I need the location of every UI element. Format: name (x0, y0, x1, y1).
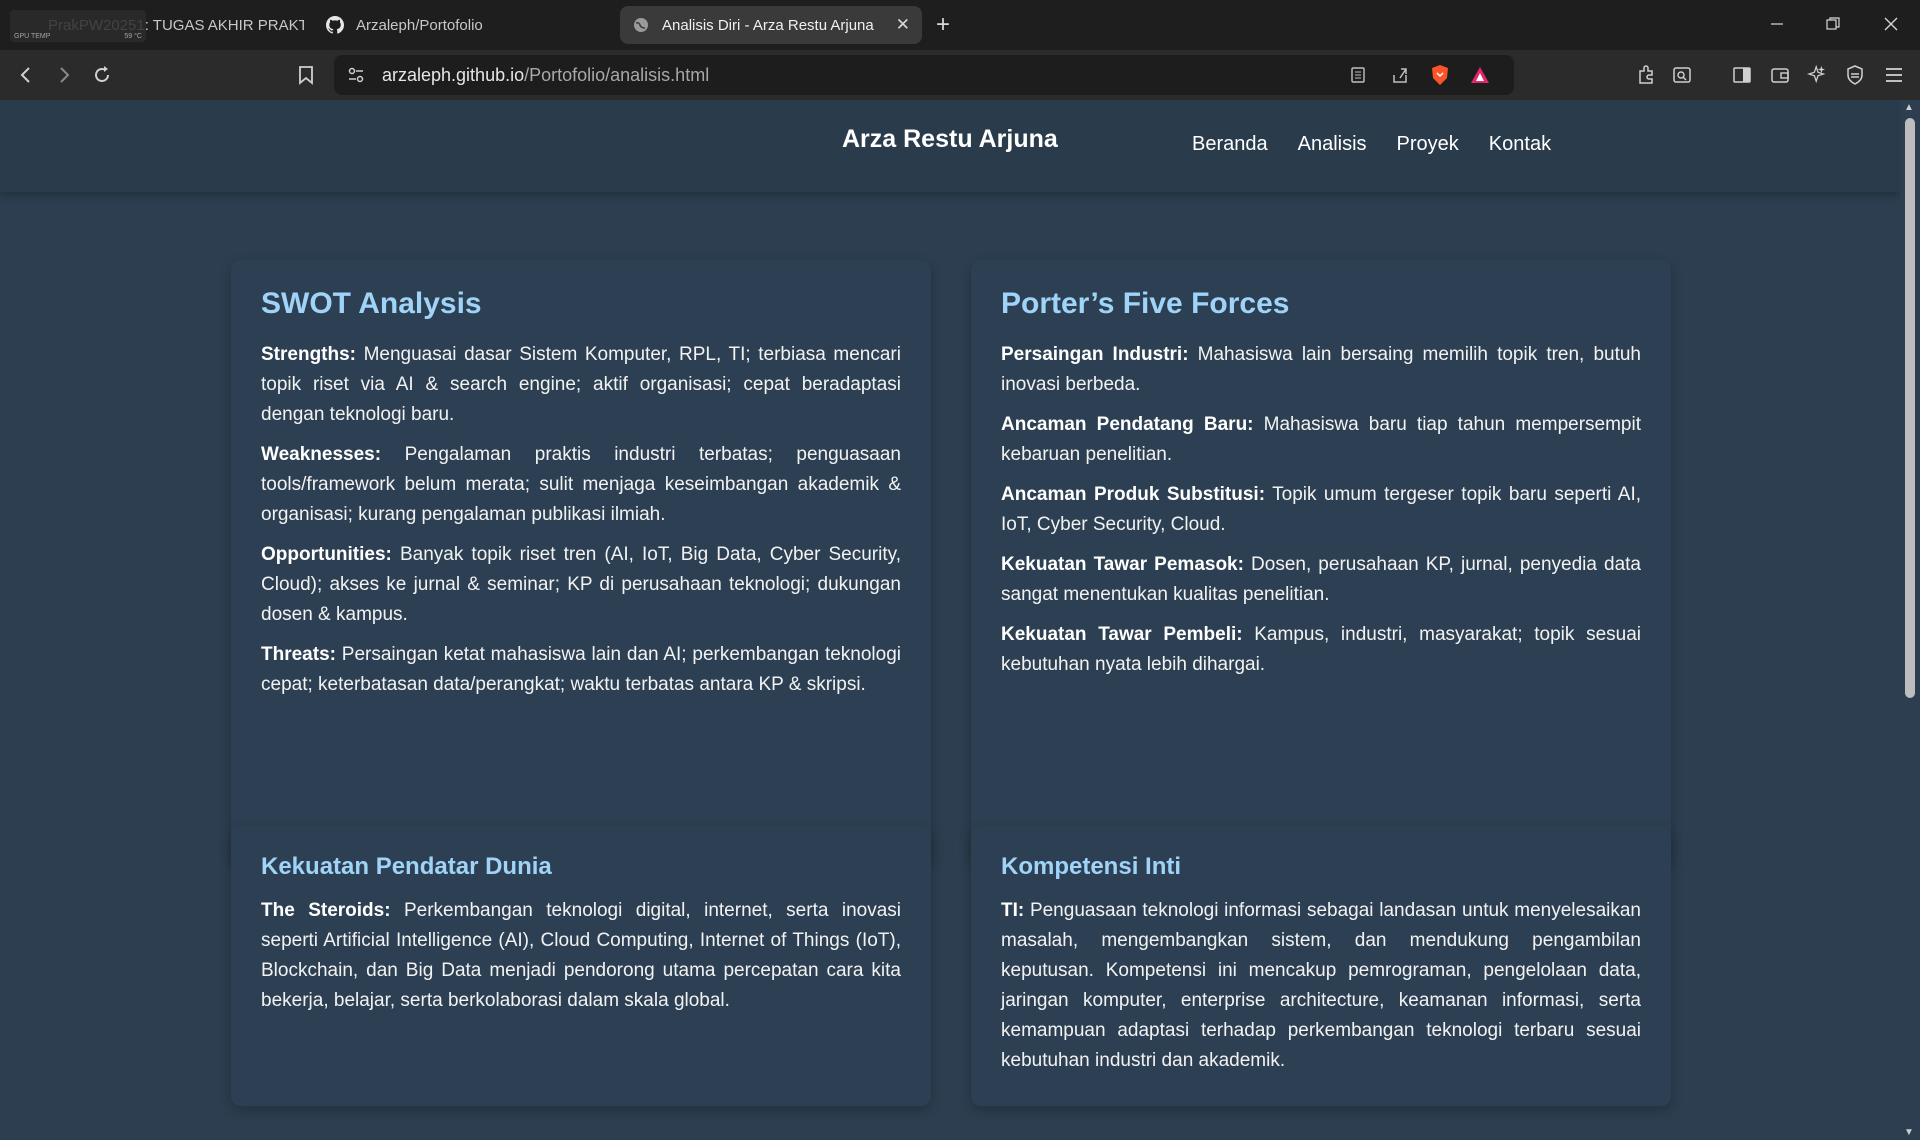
tab-title: Analisis Diri - Arza Restu Arjuna (662, 16, 874, 34)
scroll-down-icon[interactable]: ▼ (1904, 1127, 1914, 1138)
swot-card: SWOT Analysis Strengths: Menguasai dasar… (231, 260, 931, 866)
card-title: Kompetensi Inti (1001, 853, 1182, 880)
porter-item: Ancaman Produk Substitusi: Topik umum te… (1001, 484, 1641, 535)
forward-icon[interactable] (52, 63, 76, 87)
wallet-icon[interactable] (1768, 63, 1792, 87)
swot-opportunities: Opportunities: Banyak topik riset tren (… (261, 544, 901, 625)
menu-icon[interactable] (1882, 63, 1906, 87)
porter-item: Ancaman Pendatang Baru: Mahasiswa baru t… (1001, 414, 1641, 465)
page-scrollbar[interactable]: ▲ ▼ (1900, 100, 1920, 1140)
back-icon[interactable] (14, 63, 38, 87)
new-tab-button[interactable]: + (936, 11, 950, 39)
swot-strengths: Strengths: Menguasai dasar Sistem Komput… (261, 344, 901, 425)
extensions-icon[interactable] (1634, 63, 1658, 87)
pendatar-item: The Steroids: Perkembangan teknologi dig… (261, 900, 901, 1011)
scroll-up-icon[interactable]: ▲ (1904, 102, 1914, 113)
scrollbar-thumb[interactable] (1905, 118, 1915, 698)
minimize-button[interactable] (1754, 8, 1800, 40)
gpu-temp-label: GPU TEMP (14, 33, 51, 40)
tab-analisis-diri[interactable]: Analisis Diri - Arza Restu Arjuna ✕ (620, 6, 922, 44)
nav-link-beranda[interactable]: Beranda (1192, 133, 1268, 156)
url-text: arzaleph.github.io/Portofolio/analisis.h… (382, 65, 709, 86)
github-icon (326, 16, 344, 34)
gpu-temp-widget: GPU TEMP 59 °C (10, 10, 146, 42)
browser-tab-strip: GPU TEMP 59 °C PrakPW20251: TUGAS AKHIR … (0, 0, 1920, 50)
nav-link-proyek[interactable]: Proyek (1397, 133, 1459, 156)
porter-item: Kekuatan Tawar Pembeli: Kampus, industri… (1001, 624, 1642, 675)
site-header: Arza Restu Arjuna Beranda Analisis Proye… (0, 100, 1900, 192)
search-tab-icon[interactable] (1670, 63, 1694, 87)
porter-item: Persaingan Industri: Mahasiswa lain bers… (1001, 344, 1641, 395)
nav-link-analisis[interactable]: Analisis (1298, 133, 1367, 156)
pendatar-card: Kekuatan Pendatar Dunia The Steroids: Pe… (231, 826, 931, 1106)
browser-toolbar: arzaleph.github.io/Portofolio/analisis.h… (0, 50, 1920, 100)
bookmark-icon[interactable] (294, 63, 318, 87)
tab-github-portofolio[interactable]: Arzaleph/Portofolio (314, 6, 614, 44)
url-domain: arzaleph.github.io (382, 65, 525, 85)
site-nav: Beranda Analisis Proyek Kontak (1192, 133, 1551, 156)
site-settings-icon[interactable] (344, 63, 368, 87)
swot-weaknesses: Weaknesses: Pengalaman praktis industri … (261, 444, 901, 525)
gpu-temp-value: 59 °C (124, 33, 142, 40)
kompetensi-item: TI: Penguasaan teknologi informasi sebag… (1001, 900, 1641, 1071)
nav-link-kontak[interactable]: Kontak (1489, 133, 1551, 156)
url-path: /Portofolio/analisis.html (524, 65, 710, 85)
brave-shields-icon[interactable] (1428, 63, 1452, 87)
card-title: Kekuatan Pendatar Dunia (261, 853, 552, 880)
reader-mode-icon[interactable] (1346, 63, 1370, 87)
share-icon[interactable] (1388, 63, 1412, 87)
sidebar-icon[interactable] (1730, 63, 1754, 87)
swot-threats: Threats: Persaingan ketat mahasiswa lain… (261, 644, 901, 695)
porter-item: Kekuatan Tawar Pemasok: Dosen, perusahaa… (1001, 554, 1641, 605)
close-icon[interactable]: ✕ (896, 15, 910, 35)
reload-icon[interactable] (90, 63, 114, 87)
card-title: SWOT Analysis (261, 287, 482, 320)
globe-icon (632, 16, 650, 34)
vpn-shield-icon[interactable] (1843, 63, 1867, 87)
brave-rewards-icon[interactable] (1468, 63, 1492, 87)
site-brand[interactable]: Arza Restu Arjuna (842, 125, 1058, 154)
kompetensi-card: Kompetensi Inti TI: Penguasaan teknologi… (971, 826, 1671, 1106)
card-title: Porter’s Five Forces (1001, 287, 1290, 320)
tab-title: Arzaleph/Portofolio (356, 16, 483, 34)
leo-ai-icon[interactable] (1805, 63, 1829, 87)
restore-button[interactable] (1810, 8, 1856, 40)
page-viewport: Arza Restu Arjuna Beranda Analisis Proye… (0, 100, 1900, 1140)
address-bar[interactable]: arzaleph.github.io/Portofolio/analisis.h… (334, 55, 1514, 95)
porter-card: Porter’s Five Forces Persaingan Industri… (971, 260, 1671, 866)
close-window-button[interactable] (1868, 8, 1914, 40)
